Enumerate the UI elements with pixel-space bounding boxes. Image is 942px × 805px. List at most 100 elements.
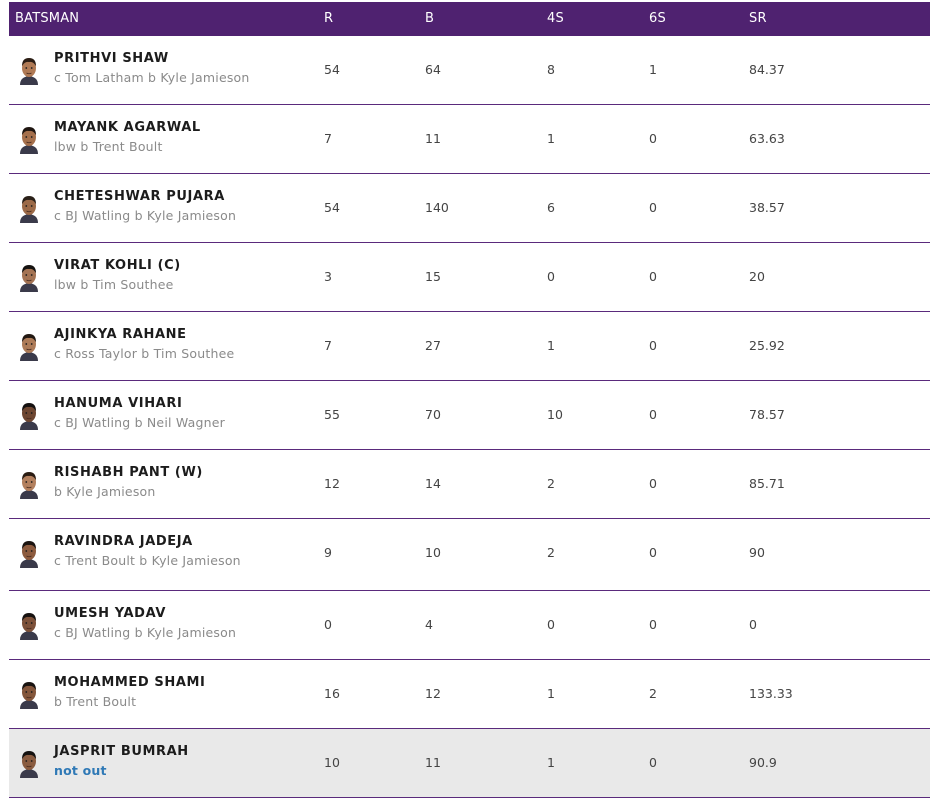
sixes-cell: 0 [649, 755, 657, 770]
batsman-row: UMESH YADAV c BJ Watling b Kyle Jamieson 0… [9, 591, 930, 660]
batsman-row: VIRAT KOHLI (C) lbw b Tim Southee 3 15 0 0 20 [9, 243, 930, 312]
batsman-row: RAVINDRA JADEJA c Trent Boult b Kyle Jami… [9, 519, 930, 591]
fours-cell: 1 [547, 686, 555, 701]
strike-rate-cell: 25.92 [749, 338, 785, 353]
batsman-row: MOHAMMED SHAMI b Trent Boult 16 12 1 2 133.33 [9, 660, 930, 729]
fours-cell: 1 [547, 338, 555, 353]
sixes-cell: 2 [649, 686, 657, 701]
balls-cell: 70 [425, 407, 441, 422]
dismissal-text: c BJ Watling b Kyle Jamieson [54, 625, 237, 640]
balls-cell: 14 [425, 476, 441, 491]
balls-cell: 4 [425, 617, 433, 632]
balls-cell: 140 [425, 200, 449, 215]
batsman-name[interactable]: VIRAT KOHLI (C) [54, 258, 181, 273]
batsman-name[interactable]: CHETESHWAR PUJARA [54, 189, 225, 204]
runs-cell: 55 [324, 407, 340, 422]
player-avatar-icon [18, 124, 40, 154]
balls-cell: 27 [425, 338, 441, 353]
batsman-name[interactable]: PRITHVI SHAW [54, 51, 169, 66]
runs-cell: 7 [324, 131, 332, 146]
runs-cell: 12 [324, 476, 340, 491]
header-runs: R [324, 11, 334, 26]
fours-cell: 0 [547, 617, 555, 632]
dismissal-text: c BJ Watling b Neil Wagner [54, 415, 225, 430]
sixes-cell: 1 [649, 62, 657, 77]
strike-rate-cell: 84.37 [749, 62, 785, 77]
runs-cell: 16 [324, 686, 340, 701]
sixes-cell: 0 [649, 131, 657, 146]
player-avatar-icon [18, 748, 40, 778]
batsman-name[interactable]: MAYANK AGARWAL [54, 120, 201, 135]
fours-cell: 2 [547, 476, 555, 491]
batsman-name[interactable]: HANUMA VIHARI [54, 396, 182, 411]
runs-cell: 9 [324, 545, 332, 560]
dismissal-text: b Kyle Jamieson [54, 484, 156, 499]
sixes-cell: 0 [649, 200, 657, 215]
balls-cell: 12 [425, 686, 441, 701]
player-avatar-icon [18, 262, 40, 292]
player-avatar-icon [18, 469, 40, 499]
dismissal-text: b Trent Boult [54, 694, 137, 709]
batsman-row: HANUMA VIHARI c BJ Watling b Neil Wagner 5… [9, 381, 930, 450]
fours-cell: 6 [547, 200, 555, 215]
header-sixes: 6S [649, 11, 666, 26]
scorecard-header: BATSMAN R B 4S 6S SR [9, 2, 930, 36]
strike-rate-cell: 78.57 [749, 407, 785, 422]
runs-cell: 7 [324, 338, 332, 353]
batsman-list: PRITHVI SHAW c Tom Latham b Kyle Jamieson… [9, 36, 930, 798]
dismissal-text: lbw b Trent Boult [54, 139, 163, 154]
runs-cell: 54 [324, 62, 340, 77]
batsman-name[interactable]: UMESH YADAV [54, 606, 166, 621]
balls-cell: 64 [425, 62, 441, 77]
balls-cell: 15 [425, 269, 441, 284]
fours-cell: 8 [547, 62, 555, 77]
batsman-name[interactable]: RAVINDRA JADEJA [54, 534, 193, 549]
batsman-name[interactable]: AJINKYA RAHANE [54, 327, 187, 342]
header-fours: 4S [547, 11, 564, 26]
fours-cell: 2 [547, 545, 555, 560]
runs-cell: 10 [324, 755, 340, 770]
dismissal-text: not out [54, 763, 107, 778]
sixes-cell: 0 [649, 269, 657, 284]
fours-cell: 1 [547, 131, 555, 146]
strike-rate-cell: 63.63 [749, 131, 785, 146]
header-batsman: BATSMAN [15, 11, 80, 26]
batsman-row: MAYANK AGARWAL lbw b Trent Boult 7 11 1 0 63.6… [9, 105, 930, 174]
fours-cell: 0 [547, 269, 555, 284]
batsman-row: PRITHVI SHAW c Tom Latham b Kyle Jamieson… [9, 36, 930, 105]
dismissal-text: c BJ Watling b Kyle Jamieson [54, 208, 237, 223]
header-strike-rate: SR [749, 11, 767, 26]
header-balls: B [425, 11, 435, 26]
player-avatar-icon [18, 679, 40, 709]
player-avatar-icon [18, 400, 40, 430]
batsman-row: RISHABH PANT (W) b Kyle Jamieson 12 14 2 0 85.… [9, 450, 930, 519]
batsman-name[interactable]: RISHABH PANT (W) [54, 465, 203, 480]
strike-rate-cell: 85.71 [749, 476, 785, 491]
fours-cell: 10 [547, 407, 563, 422]
dismissal-text: c Trent Boult b Kyle Jamieson [54, 553, 241, 568]
dismissal-text: lbw b Tim Southee [54, 277, 174, 292]
player-avatar-icon [18, 193, 40, 223]
batsman-row: AJINKYA RAHANE c Ross Taylor b Tim Southe… [9, 312, 930, 381]
batsman-row: CHETESHWAR PUJARA c BJ Watling b Kyle Jam… [9, 174, 930, 243]
player-avatar-icon [18, 538, 40, 568]
balls-cell: 10 [425, 545, 441, 560]
batsman-name[interactable]: MOHAMMED SHAMI [54, 675, 205, 690]
batsman-row: JASPRIT BUMRAH not out 10 11 1 0 90.9 [9, 729, 930, 798]
batting-scorecard: BATSMAN R B 4S 6S SR PRITHVI SHAW c Tom L… [9, 2, 930, 798]
player-avatar-icon [18, 610, 40, 640]
runs-cell: 3 [324, 269, 332, 284]
sixes-cell: 0 [649, 407, 657, 422]
player-avatar-icon [18, 331, 40, 361]
dismissal-text: c Ross Taylor b Tim Southee [54, 346, 235, 361]
balls-cell: 11 [425, 131, 441, 146]
sixes-cell: 0 [649, 338, 657, 353]
batsman-name[interactable]: JASPRIT BUMRAH [54, 744, 189, 759]
strike-rate-cell: 90 [749, 545, 765, 560]
runs-cell: 54 [324, 200, 340, 215]
sixes-cell: 0 [649, 545, 657, 560]
dismissal-text: c Tom Latham b Kyle Jamieson [54, 70, 250, 85]
strike-rate-cell: 90.9 [749, 755, 777, 770]
fours-cell: 1 [547, 755, 555, 770]
sixes-cell: 0 [649, 617, 657, 632]
